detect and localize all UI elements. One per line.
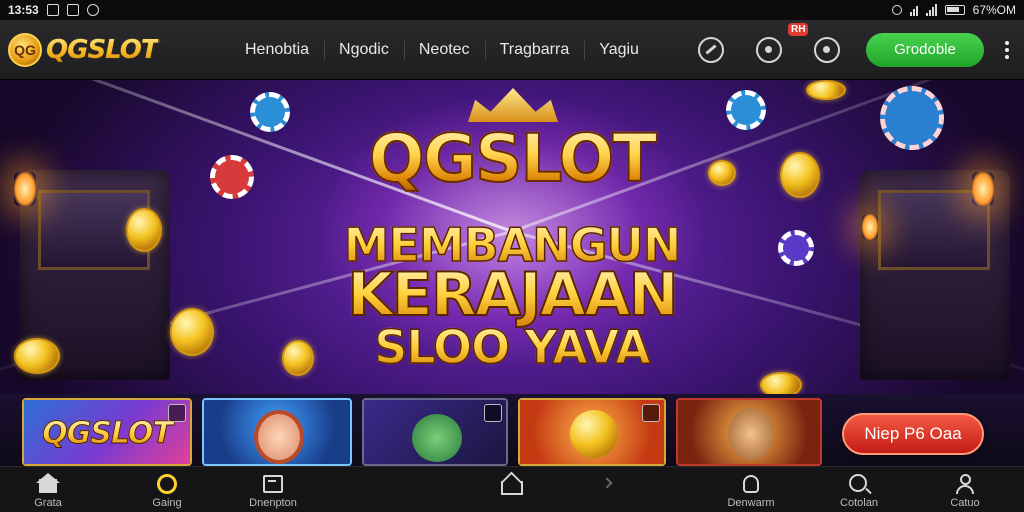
bottom-nav-dnenpton[interactable]: Dnenpton — [228, 473, 318, 509]
status-time: 13:53 — [8, 3, 39, 17]
shield-icon — [86, 4, 99, 16]
game-card-heroine[interactable] — [202, 398, 352, 466]
top-navigation: QG QGSLOT Henobtia Ngodic Neotec Tragbar… — [0, 20, 1024, 80]
bottom-nav-chevron[interactable] — [562, 473, 652, 509]
battery-text: 67%OM — [972, 3, 1016, 17]
mute-icon — [891, 5, 902, 15]
bottom-nav-home-center[interactable] — [467, 471, 557, 509]
bottom-nav-catuo[interactable]: Catuo — [920, 473, 1010, 509]
logo-icon: QG — [8, 32, 42, 67]
game-card-viking[interactable] — [362, 398, 508, 466]
card-tag-icon — [642, 404, 660, 422]
hero-line-3: SLOO YAVA — [0, 319, 1024, 375]
brand[interactable]: QG QGSLOT — [8, 32, 208, 67]
card-tag-icon — [484, 404, 502, 422]
nav-link-5[interactable]: Yagiu — [584, 33, 654, 67]
notification-badge: RH — [788, 22, 809, 36]
bottom-nav-gaing[interactable]: Gaing — [122, 473, 212, 509]
promo-button[interactable]: Niep P6 Oaa — [842, 413, 984, 455]
bottom-nav-label: Dnenpton — [249, 497, 297, 509]
image-icon — [66, 4, 79, 16]
person-icon — [953, 473, 977, 495]
bottom-nav-denwarm[interactable]: Denwarm — [706, 473, 796, 509]
brand-name: QGSLOT — [46, 34, 159, 65]
card-tag-icon — [168, 404, 186, 422]
nav-link-1[interactable]: Henobtia — [230, 33, 324, 67]
nav-links: Henobtia Ngodic Neotec Tragbarra Yagiu — [230, 33, 654, 67]
search-icon — [847, 473, 871, 495]
hero-banner[interactable]: QGSLOT MEMBANGUN KERAJAAN SLOO YAVA — [0, 80, 1024, 394]
game-card-qgslot[interactable]: QGSLOT — [22, 398, 192, 466]
game-card-coin[interactable] — [518, 398, 666, 466]
cta-button[interactable]: Grodoble — [866, 32, 984, 67]
notification-icon[interactable] — [756, 36, 782, 63]
nav-actions: RH Grodoble — [680, 22, 1016, 67]
bottom-nav-cotolan[interactable]: Cotolan — [814, 473, 904, 509]
bottom-nav-label: Catuo — [950, 497, 980, 509]
notification-wrap[interactable]: RH — [756, 22, 809, 63]
wifi-icon — [909, 4, 918, 16]
signal-icon — [925, 4, 937, 16]
more-menu-icon[interactable] — [998, 40, 1016, 59]
nav-link-3[interactable]: Neotec — [403, 33, 485, 67]
game-card-label: QGSLOT — [24, 416, 190, 452]
bottom-navigation: Grata Gaing Dnenpton Denwarm Cotolan Cat… — [0, 466, 1024, 512]
home-icon — [36, 473, 60, 495]
box-icon — [261, 473, 285, 495]
hand-icon — [739, 473, 763, 495]
coin-ring-icon — [155, 473, 179, 495]
bottom-nav-label — [562, 497, 652, 509]
chevron-right-icon — [595, 473, 619, 495]
game-card-warrior[interactable] — [676, 398, 822, 466]
battery-icon — [944, 5, 965, 15]
screenshot-icon — [46, 4, 59, 16]
nav-link-2[interactable]: Ngodic — [324, 33, 404, 67]
bottom-nav-label: Grata — [34, 497, 62, 509]
crown-icon — [468, 88, 558, 122]
game-strip: QGSLOT Niep P6 Oaa — [0, 394, 1024, 466]
bottom-nav-label — [467, 497, 557, 509]
hero-title: QGSLOT — [0, 119, 1024, 198]
bottom-nav-home[interactable]: Grata — [3, 473, 93, 509]
home-outline-icon — [500, 471, 524, 495]
bottom-nav-label: Cotolan — [840, 497, 878, 509]
send-icon[interactable] — [698, 36, 724, 63]
status-bar: 13:53 67%OM — [0, 0, 1024, 20]
bottom-nav-label: Gaing — [152, 497, 182, 509]
nav-link-4[interactable]: Tragbarra — [484, 33, 585, 67]
settings-icon[interactable] — [814, 36, 840, 63]
bottom-nav-label: Denwarm — [727, 497, 775, 509]
hero-text: QGSLOT MEMBANGUN KERAJAAN SLOO YAVA — [0, 80, 1024, 394]
